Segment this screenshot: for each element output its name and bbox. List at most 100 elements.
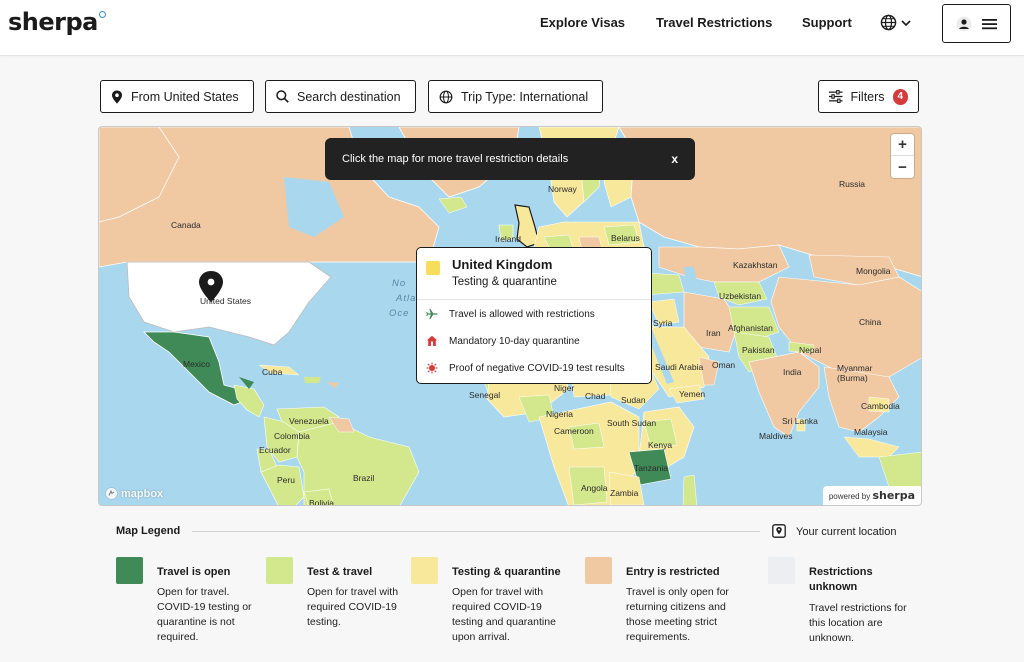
label-south-sudan: South Sudan [607, 418, 657, 428]
label-oman: Oman [712, 360, 736, 370]
label-nepal: Nepal [799, 345, 822, 355]
legend-swatch-unknown [768, 557, 795, 584]
map-hint-banner: Click the map for more travel restrictio… [325, 138, 695, 180]
language-selector[interactable] [880, 14, 911, 31]
label-mongolia: Mongolia [856, 266, 891, 276]
legend-divider [192, 531, 760, 532]
label-pakistan: Pakistan [742, 345, 775, 355]
label-sudan: Sudan [621, 395, 646, 405]
popup-country-name: United Kingdom [452, 257, 553, 272]
label-kenya: Kenya [648, 440, 673, 450]
location-marker-icon [772, 524, 786, 538]
legend-desc-open: Open for travel. COVID-19 testing or qua… [157, 586, 252, 643]
close-hint-button[interactable]: x [671, 152, 678, 166]
legend-name-test: Test & travel [307, 566, 373, 578]
legend-desc-restricted: Travel is only open for returning citize… [626, 586, 729, 643]
label-colombia: Colombia [274, 431, 310, 441]
label-cambodia: Cambodia [861, 401, 900, 411]
legend-name-restricted: Entry is restricted [626, 566, 720, 578]
ocean-label-1: No [392, 278, 407, 289]
label-peru: Peru [277, 475, 295, 485]
nav-support[interactable]: Support [802, 15, 852, 30]
origin-label: From United States [131, 89, 239, 104]
label-zambia: Zambia [610, 488, 639, 498]
label-canada: Canada [171, 220, 201, 230]
label-saudi-arabia: Saudi Arabia [655, 362, 704, 372]
label-afghanistan: Afghanistan [728, 323, 773, 333]
label-maldives: Maldives [759, 431, 793, 441]
label-cameroon: Cameroon [554, 426, 594, 436]
trip-type-selector[interactable]: Trip Type: International [428, 80, 603, 113]
label-norway: Norway [548, 184, 577, 194]
label-myanmar: Myanmar (Burma) [837, 363, 873, 383]
legend-desc-test: Open for travel with required COVID-19 t… [307, 586, 399, 628]
label-united-states: United States [200, 296, 252, 306]
search-placeholder: Search destination [297, 89, 401, 104]
label-bolivia: Bolivia [309, 498, 335, 506]
legend-current-location: Your current location [772, 524, 897, 539]
label-niger: Niger [554, 383, 575, 393]
hamburger-menu-icon [982, 18, 997, 29]
status-swatch [426, 261, 440, 275]
label-syria: Syria [653, 318, 673, 328]
label-nigeria: Nigeria [546, 409, 573, 419]
legend-swatch-open [116, 557, 143, 584]
zoom-in-button[interactable]: + [891, 134, 914, 156]
label-ireland: Ireland [495, 234, 521, 244]
nav-explore-visas[interactable]: Explore Visas [540, 15, 625, 30]
label-china: China [859, 317, 882, 327]
powered-by-sherpa: powered by sherpa [822, 486, 921, 505]
location-pin-icon [112, 90, 122, 103]
globe-icon [439, 90, 453, 103]
label-sri-lanka: Sri Lanka [782, 416, 818, 426]
label-tanzania: Tanzania [634, 463, 669, 473]
label-venezuela: Venezuela [289, 416, 329, 426]
user-avatar-icon [956, 16, 972, 31]
house-icon [426, 335, 438, 346]
popup-item-text: Proof of negative COVID-19 test results [449, 362, 625, 374]
filters-label: Filters [850, 89, 885, 104]
logo-circle-icon [98, 11, 106, 18]
label-senegal: Senegal [469, 390, 501, 400]
mapbox-attribution[interactable]: mapbox [105, 487, 163, 500]
label-malaysia: Malaysia [854, 427, 888, 437]
label-india: India [783, 367, 802, 377]
legend-swatch-restricted [585, 557, 612, 584]
legend-title: Map Legend [116, 525, 181, 537]
label-ecuador: Ecuador [259, 445, 291, 455]
legend-name-quarantine: Testing & quarantine [452, 566, 561, 578]
top-header: sherpa Explore Visas Travel Restrictions… [0, 0, 1024, 56]
search-icon [276, 90, 289, 103]
filters-button[interactable]: Filters 4 [818, 80, 919, 113]
label-uzbekistan: Uzbekistan [719, 291, 762, 301]
legend-swatch-quarantine [411, 557, 438, 584]
popup-item-text: Mandatory 10-day quarantine [449, 335, 580, 347]
origin-selector[interactable]: From United States [100, 80, 254, 113]
region-madagascar [682, 474, 698, 505]
filter-count-badge: 4 [892, 88, 908, 105]
legend-desc-unknown: Travel restrictions for this location ar… [809, 602, 907, 644]
label-chad: Chad [585, 391, 606, 401]
search-destination-input[interactable]: Search destination [265, 80, 416, 113]
globe-icon [880, 14, 897, 31]
virus-icon [426, 362, 438, 374]
label-iran: Iran [706, 328, 721, 338]
region-central-america [233, 384, 265, 418]
label-angola: Angola [581, 483, 608, 493]
zoom-out-button[interactable]: − [891, 156, 914, 178]
nav-travel-restrictions[interactable]: Travel Restrictions [656, 15, 772, 30]
sherpa-logo[interactable]: sherpa [8, 8, 106, 36]
account-menu-button[interactable] [942, 4, 1011, 43]
popup-item-testing: Proof of negative COVID-19 test results [426, 362, 625, 374]
ocean-label-2: Atla [396, 293, 417, 304]
region-peru [260, 464, 305, 505]
label-russia: Russia [839, 179, 865, 189]
chevron-down-icon [901, 19, 911, 26]
world-map[interactable]: United States Canada Mexico Cuba Venezue… [98, 126, 922, 506]
legend-name-unknown: Restrictions unknown [809, 566, 873, 593]
ocean-label-3: Oce [389, 308, 410, 319]
plane-icon [426, 309, 438, 319]
legend-name-open: Travel is open [157, 566, 231, 578]
country-info-popup: United Kingdom Testing & quarantine Trav… [416, 247, 652, 384]
label-brazil: Brazil [353, 473, 375, 483]
